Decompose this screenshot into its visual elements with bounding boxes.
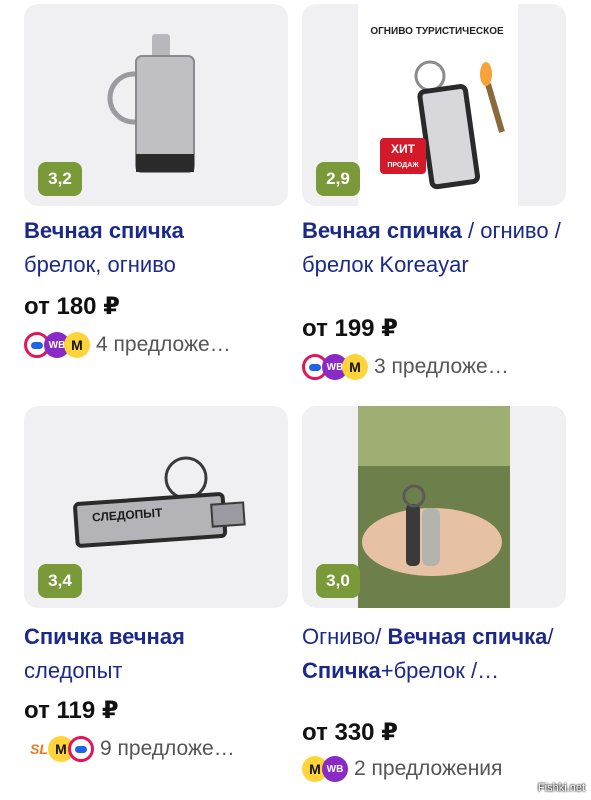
offers-count: 4 предложе… — [96, 333, 231, 356]
title-rest: +брелок /… — [380, 658, 500, 683]
product-card-3[interactable]: СЛЕДОПЫТ 3,4 Спичка вечная следопыт от 1… — [24, 406, 288, 766]
product-title[interactable]: Огниво/ Вечная спичка/ Спичка+брелок /… — [302, 620, 572, 688]
hit-badge-subtext: ПРОДАЖ — [387, 162, 419, 169]
product-title[interactable]: Вечная спичка брелок, огниво — [24, 214, 288, 282]
product-card-1[interactable]: 3,2 Вечная спичка брелок, огниво от 180 … — [24, 4, 288, 364]
title-bold: Вечная спичка — [24, 218, 184, 243]
title-bold: Вечная спичка — [302, 218, 462, 243]
price: от 199 ₽ — [302, 315, 398, 342]
product-title[interactable]: Вечная спичка / огниво / брелок Koreayar — [302, 214, 562, 282]
product-title[interactable]: Спичка вечная следопыт — [24, 620, 288, 688]
offers-count: 2 предложения — [354, 757, 503, 780]
hit-badge-label: ХИТ ПРОДАЖ — [382, 142, 424, 173]
price: от 180 ₽ — [24, 293, 120, 320]
rating-badge: 3,2 — [38, 162, 82, 196]
rating-badge: 3,4 — [38, 564, 82, 598]
hit-badge-text: ХИТ — [391, 142, 415, 156]
offers-row[interactable]: M WB 2 предложения — [302, 754, 572, 784]
title-bold: Спичка вечная — [24, 624, 185, 649]
watermark: Fishki.net — [537, 782, 585, 794]
rating-badge: 2,9 — [316, 162, 360, 196]
offers-row[interactable]: WB M 4 предложе… — [24, 330, 294, 360]
price: от 330 ₽ — [302, 719, 398, 746]
title-bold-2: Спичка — [302, 658, 381, 683]
price: от 119 ₽ — [24, 697, 119, 724]
offers-count: 9 предложе… — [100, 737, 235, 760]
yandex-market-logo-icon: M — [342, 354, 368, 380]
product-card-2[interactable]: ОГНИВО ТУРИСТИЧЕСКОЕ ХИТ ПРОДАЖ 2,9 Вечн… — [302, 4, 566, 384]
title-separator: / — [547, 624, 554, 649]
wb-logo-icon: WB — [322, 756, 348, 782]
title-prefix: Огниво/ — [302, 624, 388, 649]
title-bold: Вечная спичка — [387, 624, 548, 649]
rating-badge: 3,0 — [316, 564, 360, 598]
title-rest: брелок, огниво — [24, 252, 176, 277]
offers-row[interactable]: WB M 3 предложе… — [302, 352, 572, 382]
title-rest: следопыт — [24, 658, 123, 683]
banner-text: ОГНИВО ТУРИСТИЧЕСКОЕ — [370, 26, 504, 37]
yandex-market-logo-icon: M — [64, 332, 90, 358]
offers-count: 3 предложе… — [374, 355, 509, 378]
ozon-logo-icon — [68, 736, 94, 762]
offers-row[interactable]: SL M 9 предложе… — [24, 734, 294, 764]
product-card-4[interactable]: 3,0 Огниво/ Вечная спичка/ Спичка+брелок… — [302, 406, 566, 790]
